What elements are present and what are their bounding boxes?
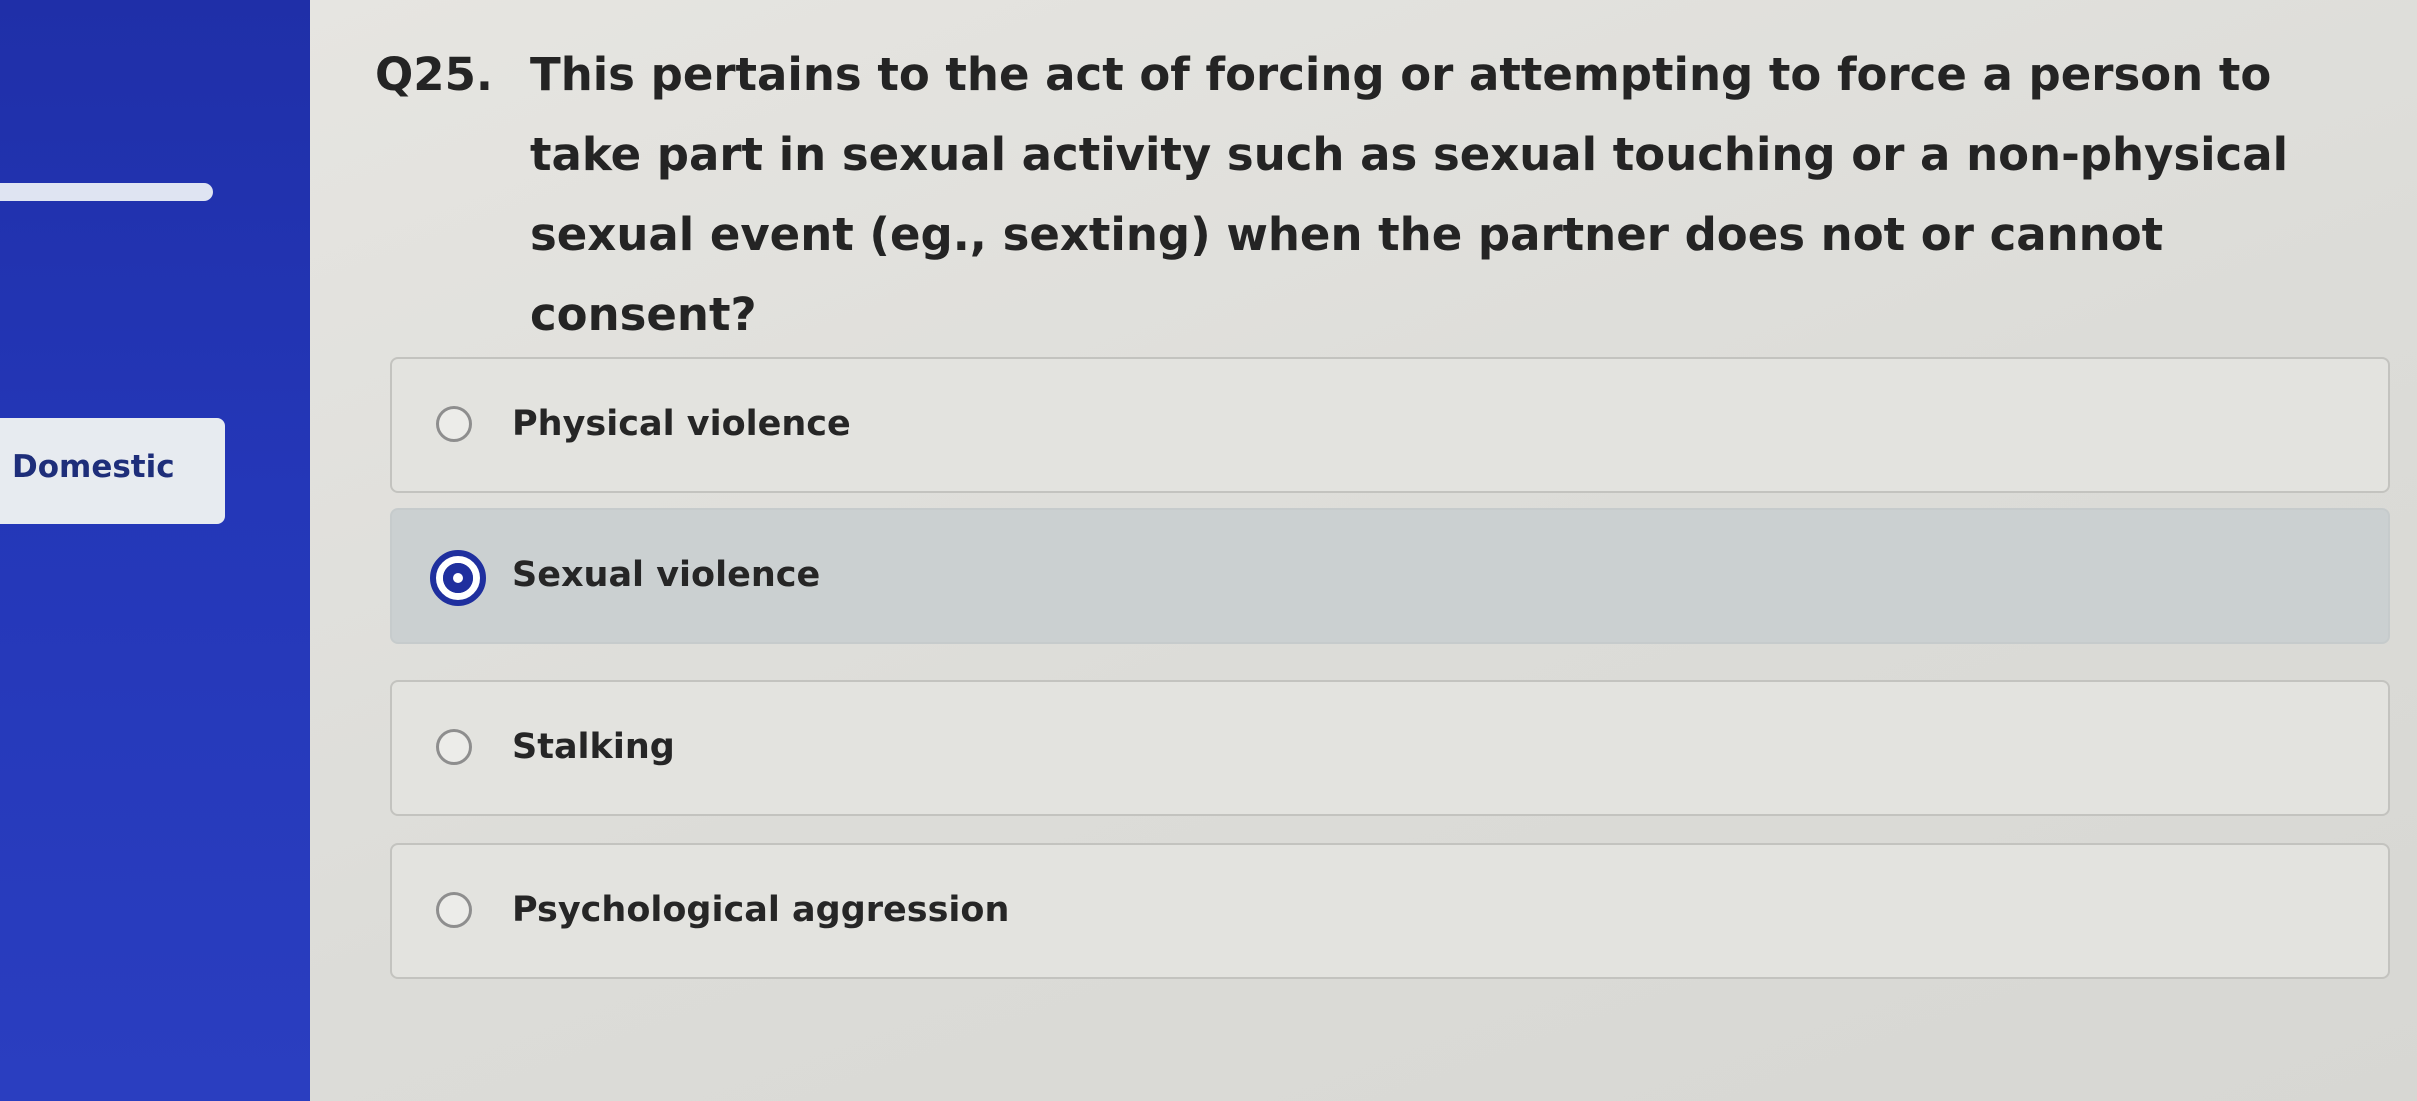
radio-button[interactable] (436, 892, 472, 928)
answer-option-label: Physical violence (512, 404, 851, 444)
answer-option-label: Sexual violence (512, 555, 821, 595)
answer-option-label: Psychological aggression (512, 890, 1010, 930)
sidebar-tab-domestic[interactable]: Domestic (0, 418, 225, 524)
answer-option-physical-violence[interactable]: Physical violence (390, 357, 2390, 493)
sidebar: Domestic (0, 0, 310, 1101)
answer-option-stalking[interactable]: Stalking (390, 680, 2390, 816)
answer-option-psychological-aggression[interactable]: Psychological aggression (390, 843, 2390, 979)
sidebar-tab-label: Domestic (12, 449, 175, 485)
answer-option-label: Stalking (512, 727, 675, 767)
question-text: This pertains to the act of forcing or a… (530, 48, 2289, 341)
radio-button-selected[interactable] (430, 550, 486, 606)
sidebar-progress-bar (0, 183, 213, 201)
answer-option-sexual-violence[interactable]: Sexual violence (390, 508, 2390, 644)
radio-button[interactable] (436, 729, 472, 765)
radio-button[interactable] (436, 406, 472, 442)
question-number: Q25. (375, 48, 493, 101)
